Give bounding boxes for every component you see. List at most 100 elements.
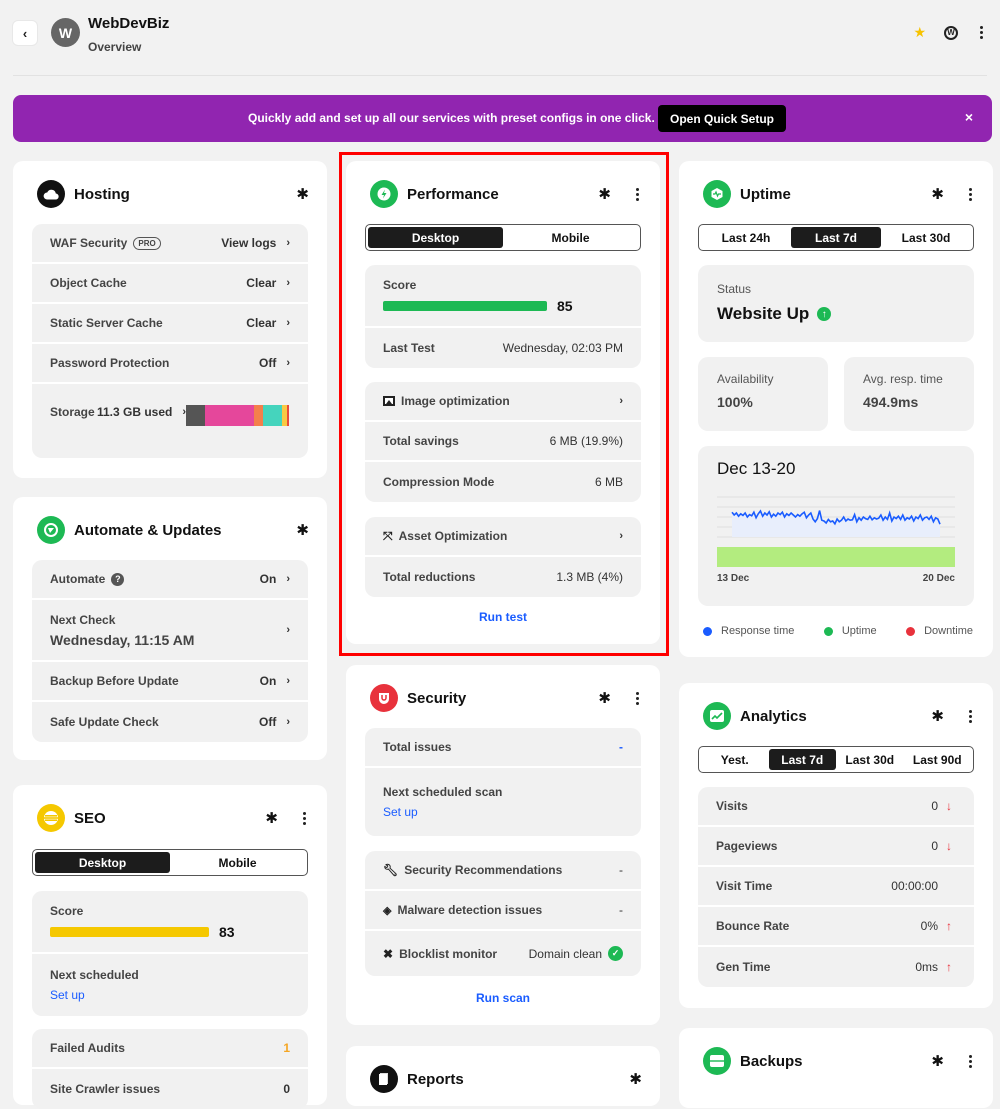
- list-item-failed-audits[interactable]: Failed Audits 1: [32, 1029, 308, 1069]
- setup-link[interactable]: Set up: [383, 805, 418, 819]
- card-title: Security: [407, 689, 467, 707]
- page-header: ‹ W WebDevBiz Overview ★ W: [13, 14, 987, 76]
- tab-last-7d[interactable]: Last 7d: [768, 749, 836, 770]
- list-item-storage[interactable]: Storage 11.3 GB used ›: [32, 384, 308, 458]
- tab-last-7d[interactable]: Last 7d: [791, 227, 881, 248]
- chevron-right-icon: ›: [286, 277, 290, 289]
- list-item-automate[interactable]: Automate? On ›: [32, 560, 308, 600]
- automate-updates-card: Automate & Updates ✱ Automate? On › Next C…: [13, 497, 327, 760]
- chart-title: Dec 13-20: [717, 459, 796, 478]
- gear-icon[interactable]: ✱: [931, 707, 944, 725]
- chevron-right-icon: ›: [286, 716, 290, 728]
- gear-icon[interactable]: ✱: [629, 1070, 642, 1088]
- row-value: -: [619, 740, 623, 754]
- gear-icon[interactable]: ✱: [296, 521, 309, 539]
- gear-icon[interactable]: ✱: [931, 185, 944, 203]
- site-avatar: W: [51, 18, 80, 47]
- list-item-waf-security[interactable]: WAF Security PRO View logs ›: [32, 224, 308, 264]
- row-value: On: [259, 674, 277, 688]
- storage-segment: [186, 405, 205, 426]
- arrow-up-circle-icon: ↑: [817, 307, 832, 321]
- row-value: 00:00:00: [891, 879, 938, 893]
- tab-desktop[interactable]: Desktop: [368, 227, 503, 248]
- row-value: 11.3 GB used: [96, 404, 173, 419]
- gear-icon[interactable]: ✱: [598, 689, 611, 707]
- star-icon[interactable]: ★: [913, 24, 926, 41]
- image-optimization-link[interactable]: Image optimization ›: [365, 382, 641, 422]
- asset-optimization-link[interactable]: ⤧ Asset Optimization ›: [365, 517, 641, 557]
- row-label: Total savings: [383, 434, 459, 448]
- more-menu-icon[interactable]: [300, 811, 309, 825]
- row-label: Image optimization: [401, 394, 510, 408]
- next-scheduled-scan: Next scheduled scan Set up: [365, 768, 641, 836]
- gear-icon[interactable]: ✱: [265, 809, 278, 827]
- row-label: Next Check: [50, 612, 116, 627]
- help-icon[interactable]: ?: [111, 572, 125, 586]
- gear-icon[interactable]: ✱: [598, 185, 611, 203]
- performance-score-row: Score 85: [365, 265, 641, 328]
- back-button[interactable]: ‹: [13, 21, 37, 45]
- row-value: 6 MB (19.9%): [549, 434, 623, 448]
- uptime-card: Uptime ✱ Last 24h Last 7d Last 30d Statu…: [679, 161, 993, 657]
- list-item-total-issues: Total issues -: [365, 728, 641, 768]
- status-value: Website Up: [717, 304, 810, 323]
- row-label: Object Cache: [50, 276, 127, 290]
- chevron-right-icon: ›: [286, 317, 290, 329]
- more-menu-icon[interactable]: [966, 187, 975, 201]
- list-item-object-cache[interactable]: Object Cache Clear ›: [32, 264, 308, 304]
- seo-next-scheduled: Next scheduled Set up: [32, 954, 308, 1016]
- run-scan-button[interactable]: Run scan: [346, 991, 660, 1005]
- open-quick-setup-button[interactable]: Open Quick Setup: [658, 105, 786, 132]
- tab-last-90d[interactable]: Last 90d: [904, 749, 972, 770]
- list-item-password-protection[interactable]: Password Protection Off ›: [32, 344, 308, 384]
- row-value: Off: [259, 356, 277, 370]
- list-item-blocklist-monitor[interactable]: ✖ Blocklist monitor Domain clean ✓: [365, 931, 641, 976]
- tab-last-24h[interactable]: Last 24h: [701, 227, 791, 248]
- gear-icon[interactable]: ✱: [931, 1052, 944, 1070]
- list-item-safe-update-check[interactable]: Safe Update Check Off ›: [32, 702, 308, 742]
- row-value: 0: [931, 799, 938, 813]
- tab-mobile[interactable]: Mobile: [503, 227, 638, 248]
- more-menu-icon[interactable]: [633, 187, 642, 201]
- list-item-next-check[interactable]: Next Check Wednesday, 11:15 AM ›: [32, 600, 308, 662]
- list-item-malware-detection[interactable]: ◈ Malware detection issues -: [365, 891, 641, 931]
- list-item-security-recommendations[interactable]: 🔧︎ Security Recommendations -: [365, 851, 641, 891]
- row-value: Domain clean: [528, 946, 602, 961]
- resp-time-value: 494.9ms: [863, 394, 919, 410]
- response-time-chart: [717, 496, 955, 567]
- uptime-icon: [703, 180, 731, 208]
- row-value: 6 MB: [594, 475, 623, 489]
- row-label: Backup Before Update: [50, 674, 179, 688]
- more-menu-icon[interactable]: [633, 691, 642, 705]
- row-value: 0%: [920, 919, 938, 933]
- wordpress-icon[interactable]: W: [944, 25, 958, 40]
- setup-link[interactable]: Set up: [50, 988, 85, 1002]
- hosting-card: Hosting ✱ WAF Security PRO View logs › Obje…: [13, 161, 327, 478]
- tab-yesterday[interactable]: Yest.: [701, 749, 769, 770]
- automate-icon: [37, 516, 65, 544]
- gear-icon[interactable]: ✱: [296, 185, 309, 203]
- tab-last-30d[interactable]: Last 30d: [836, 749, 904, 770]
- more-menu-icon[interactable]: [966, 1054, 975, 1068]
- storage-segment: [204, 405, 254, 426]
- more-menu-icon[interactable]: [966, 709, 975, 723]
- list-item-backup-before-update[interactable]: Backup Before Update On ›: [32, 662, 308, 702]
- status-label: Status: [717, 282, 752, 296]
- tab-last-30d[interactable]: Last 30d: [881, 227, 971, 248]
- run-test-button[interactable]: Run test: [346, 610, 660, 624]
- row-label: Safe Update Check: [50, 715, 159, 729]
- check-circle-icon: ✓: [608, 946, 623, 961]
- availability-panel: Availability 100%: [698, 357, 828, 431]
- availability-value: 100%: [717, 394, 753, 410]
- list-item-total-savings: Total savings 6 MB (19.9%): [365, 422, 641, 462]
- bolt-icon: [370, 180, 398, 208]
- list-item-static-server-cache[interactable]: Static Server Cache Clear ›: [32, 304, 308, 344]
- card-title: Reports: [407, 1070, 464, 1088]
- more-menu-icon[interactable]: [976, 26, 987, 39]
- tab-mobile[interactable]: Mobile: [170, 852, 305, 873]
- last-test-row: Last Test Wednesday, 02:03 PM: [365, 328, 641, 368]
- close-icon[interactable]: ×: [965, 109, 973, 125]
- list-item-site-crawler-issues[interactable]: Site Crawler issues 0: [32, 1069, 308, 1109]
- row-label: Password Protection: [50, 356, 170, 370]
- tab-desktop[interactable]: Desktop: [35, 852, 170, 873]
